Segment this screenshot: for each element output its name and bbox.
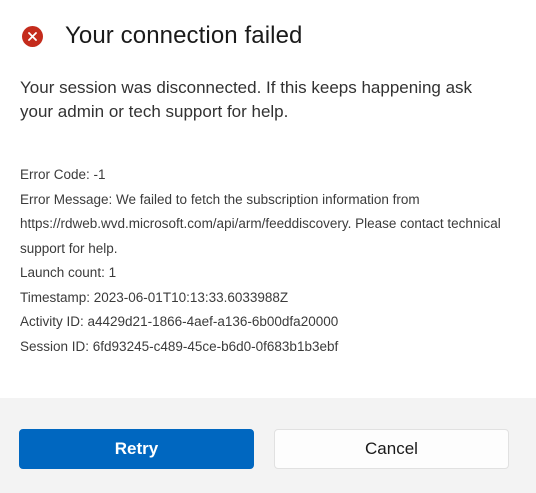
session-id: Session ID: 6fd93245-c489-45ce-b6d0-0f68… xyxy=(20,338,339,354)
error-details: Error Code: -1 Error Message: We failed … xyxy=(20,163,515,359)
dialog-title: Your connection failed xyxy=(65,22,303,49)
error-icon xyxy=(22,25,43,47)
cancel-button[interactable]: Cancel xyxy=(274,429,509,469)
error-code: Error Code: -1 xyxy=(20,167,106,182)
error-message: Error Message: We failed to fetch the su… xyxy=(20,191,501,256)
timestamp: Timestamp: 2023-06-01T10:13:33.6033988Z xyxy=(20,289,289,305)
dialog-header: Your connection failed xyxy=(22,22,303,50)
dialog-message: Your session was disconnected. If this k… xyxy=(20,78,473,121)
connection-failed-dialog: Your connection failed Your session was … xyxy=(0,0,536,493)
dialog-footer: Retry Cancel xyxy=(0,398,536,493)
activity-id: Activity ID: a4429d21-1866-4aef-a136-6b0… xyxy=(20,314,339,329)
launch-count: Launch count: 1 xyxy=(20,265,117,280)
retry-button[interactable]: Retry xyxy=(19,429,254,469)
